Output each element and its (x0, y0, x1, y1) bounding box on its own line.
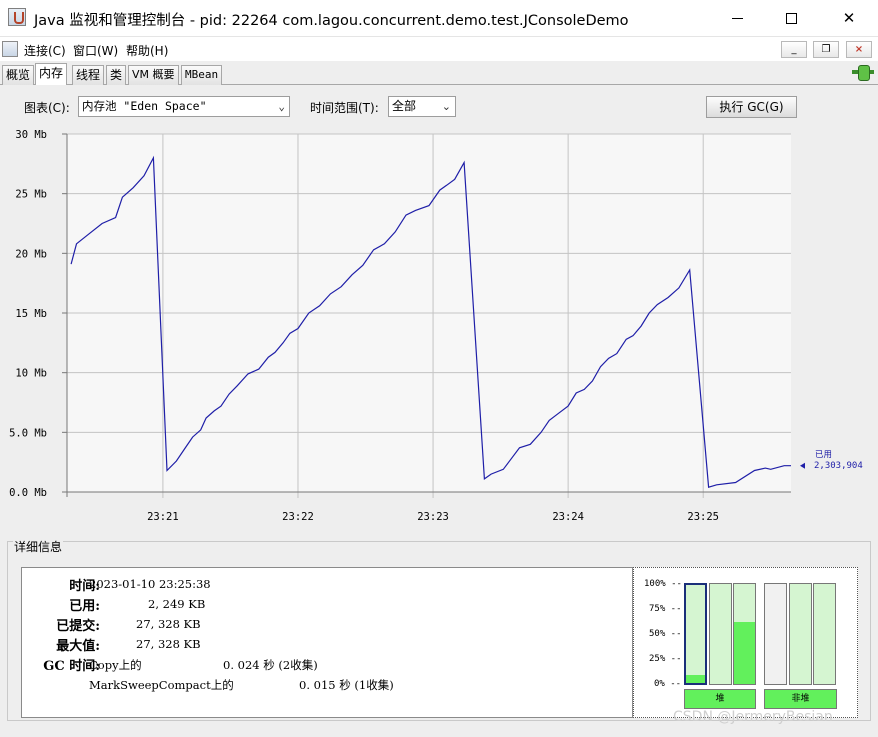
gc-collector-time: 0. 015 秒 (1收集) (299, 678, 394, 692)
nonheap-group-button[interactable]: 非堆 (764, 689, 837, 709)
details-title: 详细信息 (13, 538, 64, 555)
connection-status-icon (852, 65, 874, 81)
details-group: 详细信息 时间: 2023-01-10 23:25:38 已用: 2, 249 … (7, 538, 871, 721)
memory-chart-svg: 0.0 Mb 5.0 Mb 10 Mb 15 Mb 20 Mb 25 Mb 30 Mb 23… (9, 129, 863, 523)
maximize-button[interactable] (768, 0, 814, 36)
gc-collector-name: Copy上的 (89, 658, 142, 672)
used-value: 2, 249 KB (148, 597, 206, 611)
menu-help[interactable]: 帮助(H) (126, 42, 168, 59)
time-range-value: 全部 (392, 99, 417, 113)
max-value: 27, 328 KB (136, 637, 201, 651)
committed-value: 27, 328 KB (136, 617, 201, 631)
perform-gc-button[interactable]: 执行 GC(G) (706, 96, 797, 118)
menu-window[interactable]: 窗口(W) (73, 42, 118, 59)
memory-pool-bar[interactable] (764, 583, 787, 685)
memory-pool-bar[interactable] (733, 583, 756, 685)
current-value-marker (800, 462, 805, 469)
committed-label: 已提交: (56, 619, 100, 634)
y-tick-label: 15 Mb (15, 308, 47, 320)
chevron-down-icon: ⌄ (441, 100, 451, 113)
time-range-label: 时间范围(T): (310, 101, 379, 115)
memory-pool-bar[interactable] (684, 583, 707, 685)
frame-close-button[interactable]: × (846, 41, 872, 58)
tab-classes[interactable]: 类 (106, 65, 127, 85)
max-label: 最大值: (56, 639, 100, 654)
memory-pool-bar[interactable] (709, 583, 732, 685)
heap-group-button[interactable]: 堆 (684, 689, 756, 709)
chart-label: 图表(C): (24, 101, 70, 115)
close-icon: × (854, 44, 864, 55)
frame-restore-button[interactable]: ❐ (813, 41, 839, 58)
window-title: Java 监视和管理控制台 - pid: 22264 com.lagou.con… (34, 13, 629, 29)
x-tick-label: 23:23 (417, 511, 449, 523)
tab-vm-summary[interactable]: VM 概要 (128, 65, 179, 85)
x-tick-label: 23:24 (552, 511, 584, 523)
restore-icon: ❐ (821, 44, 831, 55)
java-app-icon (8, 8, 26, 26)
maximize-icon (785, 12, 797, 24)
gc-collector-time: 0. 024 秒 (2收集) (223, 658, 318, 672)
title-bar: Java 监视和管理控制台 - pid: 22264 com.lagou.con… (0, 0, 878, 36)
pct-label: 100% -- (644, 579, 682, 589)
memory-pool-fill (734, 622, 755, 684)
memory-pool-bar[interactable] (789, 583, 812, 685)
minimize-button[interactable] (714, 0, 760, 36)
pct-label: 0% -- (654, 679, 682, 689)
gc-collector-name: MarkSweepCompact上的 (89, 678, 234, 692)
memory-pools-panel: 100% -- 75% -- 50% -- 25% -- 0% -- 堆 非堆 (633, 567, 858, 718)
x-tick-label: 23:21 (147, 511, 179, 523)
used-label: 已用: (69, 599, 100, 614)
pct-label: 25% -- (649, 654, 682, 664)
menu-connect[interactable]: 连接(C) (24, 42, 66, 59)
y-tick-label: 10 Mb (15, 368, 47, 380)
time-range-select[interactable]: 全部 ⌄ (388, 96, 456, 117)
chart-select[interactable]: 内存池 "Eden Space" ⌄ (78, 96, 290, 117)
pct-label: 50% -- (649, 629, 682, 639)
tab-overview[interactable]: 概览 (2, 65, 35, 85)
y-tick-label: 30 Mb (15, 129, 47, 141)
pct-label: 75% -- (649, 604, 682, 614)
chart-select-value: 内存池 "Eden Space" (82, 99, 207, 113)
memory-pool-fill (686, 675, 705, 683)
y-tick-label: 5.0 Mb (9, 427, 47, 439)
y-tick-label: 0.0 Mb (9, 487, 47, 499)
tab-mbean[interactable]: MBean (181, 65, 223, 85)
y-tick-label: 20 Mb (15, 248, 47, 260)
watermark: CSDN @JermeryBesian (673, 709, 833, 725)
memory-chart: 0.0 Mb 5.0 Mb 10 Mb 15 Mb 20 Mb 25 Mb 30 Mb 23… (0, 127, 878, 537)
minimize-icon (731, 17, 743, 19)
close-icon: ✕ (842, 9, 856, 27)
frame-minimize-button[interactable]: _ (781, 41, 807, 58)
tab-bar: 概览 内存 线程 类 VM 概要 MBean (0, 61, 878, 86)
minimize-icon: _ (791, 44, 797, 55)
details-table: 时间: 2023-01-10 23:25:38 已用: 2, 249 KB 已提… (21, 567, 633, 718)
memory-pool-bar[interactable] (813, 583, 836, 685)
current-value-label: 2,303,904 (814, 461, 863, 471)
internal-frame-icon[interactable] (2, 41, 18, 57)
tab-memory[interactable]: 内存 (35, 63, 68, 86)
x-tick-label: 23:25 (687, 511, 719, 523)
memory-panel: 图表(C): 内存池 "Eden Space" ⌄ 时间范围(T): 全部 ⌄ … (0, 85, 878, 737)
y-tick-label: 25 Mb (15, 189, 47, 201)
close-button[interactable]: ✕ (826, 0, 872, 36)
menu-bar: 连接(C) 窗口(W) 帮助(H) _ ❐ × (0, 36, 878, 60)
x-tick-label: 23:22 (282, 511, 314, 523)
legend-series-used: 已用 (815, 450, 832, 460)
chevron-down-icon: ⌄ (278, 100, 285, 113)
time-value: 2023-01-10 23:25:38 (89, 577, 211, 591)
tab-threads[interactable]: 线程 (72, 65, 105, 85)
